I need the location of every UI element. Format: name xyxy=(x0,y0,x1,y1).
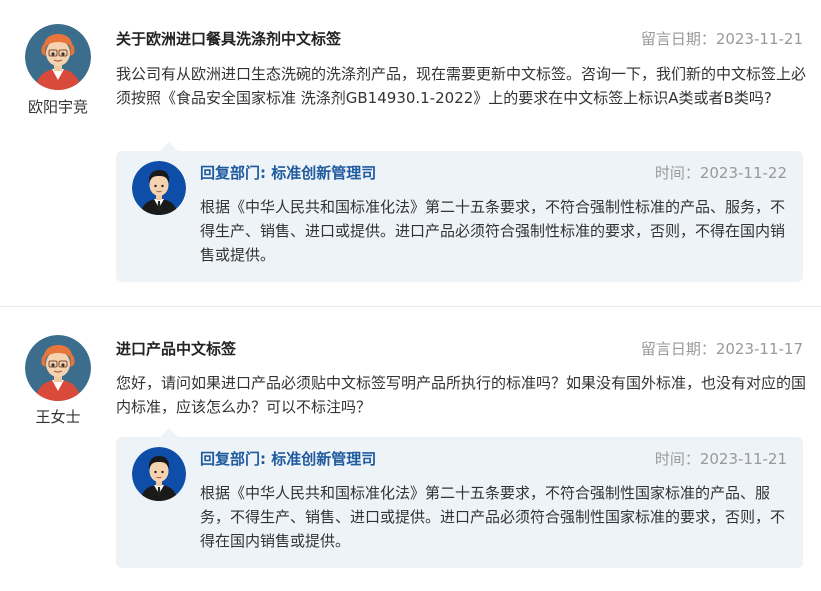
user-name: 王女士 xyxy=(35,408,81,426)
message-question: 您好，请问如果进口产品必须贴中文标签写明产品所执行的标准吗？如果没有国外标准，也… xyxy=(116,374,807,416)
official-avatar-icon xyxy=(132,447,186,501)
message-question: 我公司有从欧洲进口生态洗碗的洗涤剂产品，现在需要更新中文标签。咨询一下，我们新的… xyxy=(116,65,807,107)
reply-box: 回复部门: 标准创新管理司 时间：2023-11-22 根据《中华人民共和国标准… xyxy=(116,142,803,282)
reply-text: 根据《中华人民共和国标准化法》第二十五条要求，不符合强制性标准的产品、服务，不得… xyxy=(200,198,786,264)
reply-department: 回复部门: 标准创新管理司 xyxy=(200,450,377,468)
message-date: 留言日期：2023-11-21 xyxy=(640,30,803,48)
reply-time: 时间：2023-11-21 xyxy=(654,450,787,468)
message-item: 王女士 进口产品中文标签 留言日期：2023-11-17 您好，请问如果进口产品… xyxy=(0,307,821,591)
message-title: 关于欧洲进口餐具洗涤剂中文标签 xyxy=(116,30,342,48)
official-avatar-icon xyxy=(132,161,186,215)
user-avatar-icon xyxy=(25,335,91,401)
reply-time: 时间：2023-11-22 xyxy=(654,164,787,182)
reply-text: 根据《中华人民共和国标准化法》第二十五条要求，不符合强制性国家标准的产品、服务，… xyxy=(200,484,786,550)
message-title: 进口产品中文标签 xyxy=(116,340,237,358)
message-date: 留言日期：2023-11-17 xyxy=(640,340,803,358)
message-item: 欧阳宇竞 关于欧洲进口餐具洗涤剂中文标签 留言日期：2023-11-21 我公司… xyxy=(0,0,821,306)
user-name: 欧阳宇竞 xyxy=(27,98,88,116)
reply-department: 回复部门: 标准创新管理司 xyxy=(200,164,377,182)
reply-box: 回复部门: 标准创新管理司 时间：2023-11-21 根据《中华人民共和国标准… xyxy=(116,428,803,568)
user-avatar-icon xyxy=(25,24,91,90)
